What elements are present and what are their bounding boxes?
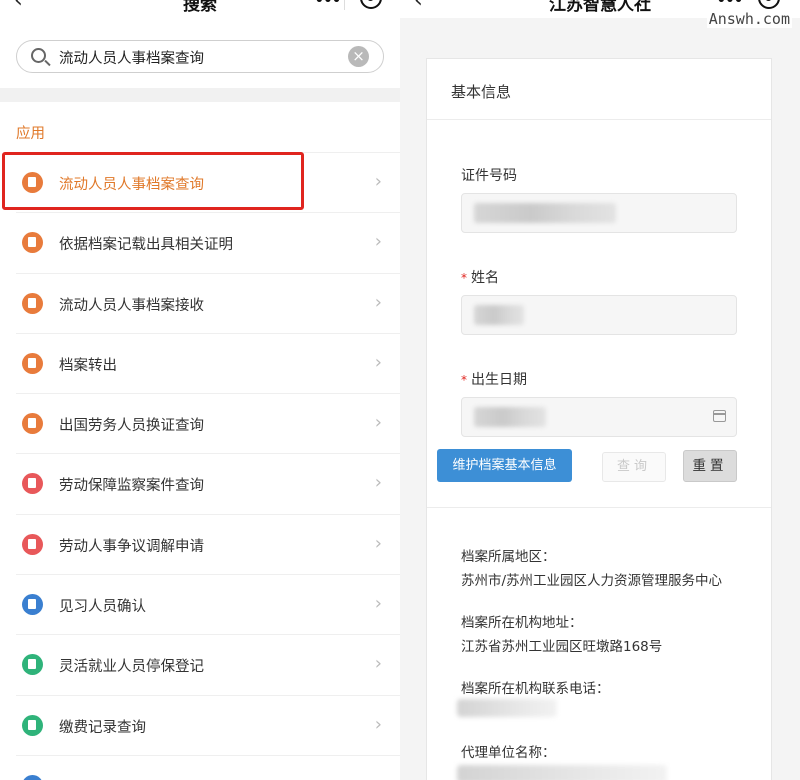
card-title: 基本信息 (451, 83, 512, 101)
list-icon (22, 774, 43, 780)
chevron-right-icon: › (374, 291, 382, 313)
redacted-value (457, 699, 557, 717)
redacted-value (457, 765, 667, 780)
divider (427, 507, 771, 508)
chevron-right-icon: › (374, 412, 382, 434)
list-item[interactable]: 流动人员人事档案查询 › (16, 152, 400, 212)
redacted-value (474, 305, 524, 325)
list-item-label: 依据档案记载出具相关证明 (59, 237, 233, 254)
archive-page: ‹ 江苏智慧人社 ••• Answh.com 基本信息 证件号码 * 姓名 * 出生… (400, 0, 800, 780)
list-item-label: 流动人员人事档案查询 (59, 177, 204, 193)
search-input[interactable] (59, 46, 339, 68)
id-number-label: 证件号码 (461, 168, 517, 184)
list-item-label: 缴费记录查询 (59, 719, 146, 736)
list-item[interactable]: 出国劳务人员换证查询 › (16, 393, 400, 453)
basic-info-card: 基本信息 证件号码 * 姓名 * 出生日期 维护档案基本信息 查询 重置 档案所属地… (426, 58, 772, 780)
name-label: * 姓名 (461, 267, 499, 287)
maintain-archive-button[interactable]: 维护档案基本信息 (437, 449, 572, 482)
section-gap (0, 88, 400, 102)
chevron-right-icon: › (374, 351, 382, 373)
archive-address-label: 档案所在机构地址： (461, 615, 583, 631)
list-item[interactable]: 见习人员确认 › (16, 574, 400, 634)
archive-icon (22, 413, 43, 435)
list-item[interactable]: 劳动人事争议调解申请 › (16, 513, 400, 574)
archive-icon (22, 232, 43, 254)
watermark: Answh.com (706, 10, 792, 28)
user-icon (22, 594, 43, 616)
chevron-right-icon: › (374, 653, 382, 675)
result-list: 流动人员人事档案查询 › 依据档案记载出具相关证明 › 流动人员人事档案接收 ›… (0, 152, 400, 780)
chevron-right-icon: › (374, 713, 382, 735)
redacted-value (474, 203, 616, 223)
archive-address-value: 江苏省苏州工业园区旺墩路168号 (461, 639, 663, 655)
list-item-label: 灵活就业人员停保登记 (59, 659, 204, 676)
chevron-right-icon: › (374, 231, 382, 253)
screen: ‹ 搜索 ••• × 应用 流动人员人事档案查询 › 依据档案记载出具相关证明 (0, 0, 800, 780)
archive-icon (22, 352, 43, 374)
birth-date-label: * 出生日期 (461, 369, 527, 389)
list-item[interactable]: 劳动保障监察案件查询 › (16, 453, 400, 513)
list-item-label: 档案转出 (59, 357, 117, 374)
list-item[interactable]: 缴费记录查询 › (16, 694, 400, 755)
birth-date-field[interactable] (461, 397, 737, 437)
search-icon (31, 48, 46, 63)
search-box[interactable]: × (16, 40, 384, 73)
archive-region-value: 苏州市/苏州工业园区人力资源管理服务中心 (461, 573, 723, 589)
section-title: 应用 (16, 126, 45, 142)
agent-unit-label: 代理单位名称： (461, 745, 556, 761)
form-icon (22, 714, 43, 736)
list-item-label: 出国劳务人员换证查询 (59, 418, 204, 435)
list-item[interactable] (16, 754, 400, 780)
list-item[interactable]: 灵活就业人员停保登记 › (16, 634, 400, 694)
chevron-right-icon: › (374, 593, 382, 615)
list-item-label: 见习人员确认 (59, 599, 146, 616)
shield-icon (22, 473, 43, 495)
archive-icon (22, 172, 43, 193)
reset-button[interactable]: 重置 (683, 450, 737, 482)
search-area: × (0, 30, 400, 88)
form-icon (22, 654, 43, 676)
chevron-right-icon: › (374, 472, 382, 494)
search-nav-bar: ‹ 搜索 ••• (0, 0, 400, 18)
archive-region-label: 档案所属地区： (461, 549, 556, 565)
mediation-icon (22, 533, 43, 555)
list-item[interactable]: 档案转出 › (16, 332, 400, 393)
capsule-divider (344, 0, 345, 10)
divider (427, 119, 771, 120)
list-item[interactable]: 依据档案记载出具相关证明 › (16, 212, 400, 272)
birth-date-label-text: 出生日期 (471, 372, 527, 388)
list-item-label: 劳动保障监察案件查询 (59, 478, 204, 495)
more-icon[interactable]: ••• (314, 0, 342, 11)
page-title: 搜索 (183, 0, 217, 15)
archive-icon (22, 292, 43, 314)
required-mark: * (461, 271, 467, 285)
id-number-field[interactable] (461, 193, 737, 233)
chevron-right-icon: › (374, 532, 382, 554)
calendar-icon[interactable] (713, 410, 726, 422)
name-label-text: 姓名 (471, 270, 499, 286)
list-item[interactable]: 流动人员人事档案接收 › (16, 272, 400, 333)
list-item-label: 流动人员人事档案接收 (59, 297, 204, 314)
redacted-value (474, 407, 546, 427)
query-button[interactable]: 查询 (602, 452, 666, 482)
archive-phone-label: 档案所在机构联系电话： (461, 681, 610, 697)
list-item-label: 劳动人事争议调解申请 (59, 538, 204, 555)
required-mark: * (461, 373, 467, 387)
chevron-right-icon: › (374, 171, 382, 192)
name-field[interactable] (461, 295, 737, 335)
search-page: ‹ 搜索 ••• × 应用 流动人员人事档案查询 › 依据档案记载出具相关证明 (0, 0, 400, 780)
clear-icon[interactable]: × (348, 46, 369, 67)
